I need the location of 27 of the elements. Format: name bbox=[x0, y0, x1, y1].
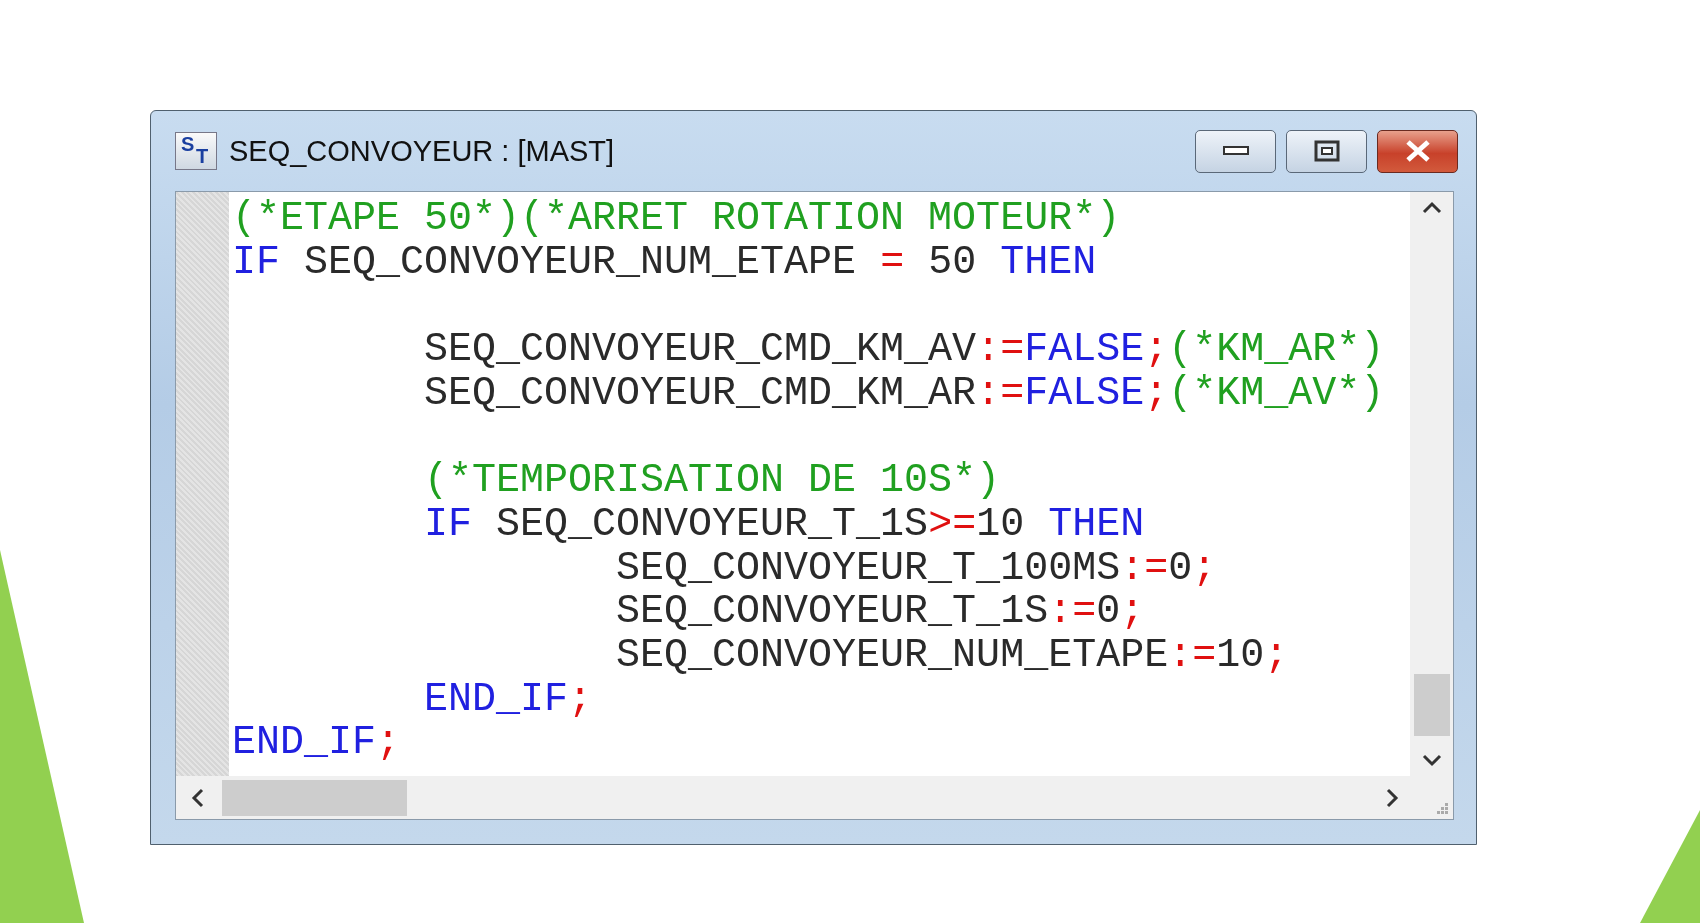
app-icon: ST bbox=[175, 132, 217, 170]
scroll-up-icon[interactable] bbox=[1420, 200, 1443, 214]
vertical-scrollbar[interactable] bbox=[1410, 192, 1453, 776]
code-line: SEQ_CONVOYEUR_T_1S:=0; bbox=[615, 590, 1146, 634]
code-line: SEQ_CONVOYEUR_T_100MS:=0; bbox=[615, 546, 1218, 591]
code-line: IF SEQ_CONVOYEUR_NUM_ETAPE = 50 THEN bbox=[232, 240, 1098, 285]
minimize-icon bbox=[1222, 146, 1249, 156]
scroll-left-icon[interactable] bbox=[190, 786, 204, 809]
scroll-thumb[interactable] bbox=[1413, 674, 1450, 736]
scroll-down-icon[interactable] bbox=[1420, 754, 1443, 768]
scroll-thumb[interactable] bbox=[222, 779, 407, 816]
code-line: (*TEMPORISATION DE 10S*) bbox=[423, 457, 1002, 503]
code-line: END_IF; bbox=[232, 721, 402, 765]
window-title: SEQ_CONVOYEUR : [MAST] bbox=[229, 134, 615, 168]
close-button[interactable] bbox=[1377, 129, 1458, 173]
close-icon bbox=[1404, 140, 1431, 162]
code-line: SEQ_CONVOYEUR_CMD_KM_AV:=FALSE;(*KM_AR*) bbox=[423, 326, 1386, 372]
code-line: SEQ_CONVOYEUR_NUM_ETAPE:=10; bbox=[615, 633, 1290, 678]
code-line: IF SEQ_CONVOYEUR_T_1S>=10 THEN bbox=[423, 502, 1146, 547]
minimize-button[interactable] bbox=[1195, 129, 1276, 173]
code-line: END_IF; bbox=[423, 677, 594, 722]
horizontal-scrollbar[interactable] bbox=[176, 776, 1410, 819]
scroll-right-icon[interactable] bbox=[1386, 786, 1400, 809]
code-line: (*ETAPE 50*)(*ARRET ROTATION MOTEUR*) bbox=[232, 197, 1122, 241]
code-line: SEQ_CONVOYEUR_CMD_KM_AR:=FALSE;(*KM_AV*) bbox=[423, 371, 1386, 416]
maximize-icon bbox=[1313, 140, 1340, 162]
maximize-button[interactable] bbox=[1286, 129, 1367, 173]
